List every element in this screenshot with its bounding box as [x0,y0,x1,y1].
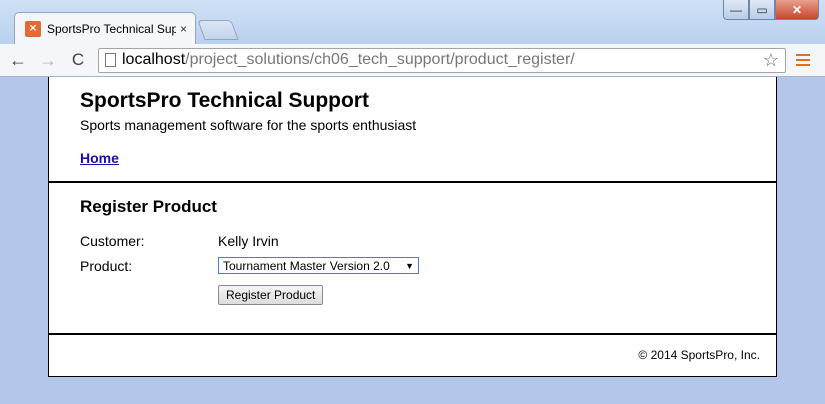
home-link[interactable]: Home [80,150,119,166]
page-title: Register Product [80,197,217,216]
browser-toolbar: ← → C localhost/project_solutions/ch06_t… [0,44,825,77]
copyright-text: © 2014 SportsPro, Inc. [638,348,760,362]
url-host: localhost [122,51,186,68]
bookmark-star-icon[interactable]: ☆ [763,50,779,71]
register-product-button[interactable]: Register Product [218,285,324,305]
site-title: SportsPro Technical Support [80,89,369,112]
product-label: Product: [80,257,133,274]
chrome-menu-icon[interactable] [796,54,810,66]
customer-label: Customer: [80,233,145,249]
product-select[interactable]: Tournament Master Version 2.0 ▼ [218,257,419,274]
customer-value: Kelly Irvin [218,233,279,249]
maximize-button[interactable]: ▭ [749,0,775,20]
tab-title: SportsPro Technical Suppo [47,21,176,36]
window-controls: — ▭ ✕ [723,0,819,20]
close-window-button[interactable]: ✕ [775,0,819,20]
customer-row: Customer: Kelly Irvin [80,233,279,249]
reload-button[interactable]: C [66,50,90,70]
product-row: Product: Tournament Master Version 2.0 ▼ [80,257,419,274]
register-product-form: Register Product Customer: Kelly Irvin P… [49,183,776,335]
new-tab-button[interactable] [197,20,239,40]
address-bar[interactable]: localhost/project_solutions/ch06_tech_su… [98,47,786,73]
site-footer: © 2014 SportsPro, Inc. [49,335,776,375]
product-selected-value: Tournament Master Version 2.0 [223,258,390,273]
page-content: SportsPro Technical Support Sports manag… [48,77,777,377]
dropdown-arrow-icon: ▼ [405,260,414,271]
xampp-favicon-icon: ⨯ [25,20,41,37]
site-tagline: Sports management software for the sport… [80,117,417,133]
site-header: SportsPro Technical Support Sports manag… [49,77,776,183]
back-button[interactable]: ← [6,50,30,71]
url-path: /project_solutions/ch06_tech_support/pro… [185,51,575,68]
browser-tab[interactable]: ⨯ SportsPro Technical Suppo × [14,12,196,44]
page-icon [105,53,116,67]
window-titlebar: ⨯ SportsPro Technical Suppo × — ▭ ✕ [0,0,825,44]
forward-button[interactable]: → [36,50,60,71]
url-text: localhost/project_solutions/ch06_tech_su… [122,51,575,69]
minimize-button[interactable]: — [723,0,749,20]
close-tab-icon[interactable]: × [180,22,187,36]
